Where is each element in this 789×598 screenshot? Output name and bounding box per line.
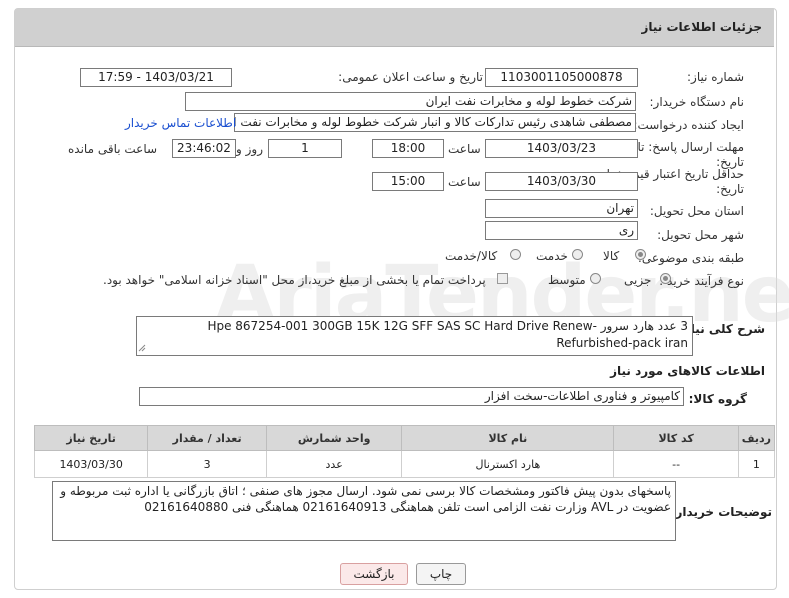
- remaining-label: ساعت باقی مانده: [68, 142, 158, 156]
- cell-name: هارد اکسترنال: [401, 450, 615, 478]
- category-radio-both[interactable]: [510, 249, 521, 260]
- process-radio-medium[interactable]: [590, 273, 601, 284]
- buyer-org-field[interactable]: شرکت خطوط لوله و مخابرات نفت ایران: [185, 92, 636, 111]
- resize-handle-icon[interactable]: [138, 341, 146, 352]
- page-title: جزئیات اطلاعات نیاز: [641, 20, 762, 34]
- table-header-row: ردیف کد کالا نام کالا واحد شمارش تعداد /…: [33, 425, 776, 451]
- goods-group-label: گروه کالا:: [688, 392, 747, 406]
- cell-unit: عدد: [266, 450, 403, 478]
- process-option-medium: متوسط: [548, 273, 586, 287]
- category-radio-goods[interactable]: [635, 249, 646, 260]
- province-label: استان محل تحویل:: [649, 204, 744, 218]
- buyer-notes-field[interactable]: پاسخهای بدون پیش فاکتور ومشخصات کالا برس…: [52, 481, 676, 541]
- category-option-service: خدمت: [536, 249, 568, 263]
- goods-info-title: اطلاعات کالاهای مورد نیاز: [610, 364, 765, 378]
- process-radio-minor[interactable]: [660, 273, 671, 284]
- category-option-goods: کالا: [603, 249, 620, 263]
- reply-time-field[interactable]: 18:00: [372, 139, 444, 158]
- city-field[interactable]: ری: [485, 221, 638, 240]
- reply-deadline-label: مهلت ارسال پاسخ: تا: [637, 140, 744, 154]
- days-field[interactable]: 1: [268, 139, 342, 158]
- announce-field[interactable]: 1403/03/21 - 17:59: [80, 68, 232, 87]
- col-name: نام کالا: [401, 425, 615, 451]
- payment-note: پرداخت تمام یا بخشی از مبلغ خرید،از محل …: [103, 273, 486, 287]
- print-button[interactable]: چاپ: [416, 563, 466, 585]
- price-validity-label-2: تاریخ:: [716, 182, 744, 196]
- category-label: طبقه بندی موضوعی:: [637, 251, 744, 265]
- col-date: تاریخ نیاز: [33, 425, 149, 451]
- buyer-org-label: نام دستگاه خریدار:: [649, 95, 745, 109]
- buyer-notes-label: توضیحات خریدار:: [670, 505, 772, 519]
- need-number-label: شماره نیاز:: [687, 70, 744, 84]
- col-code: کد کالا: [613, 425, 739, 451]
- price-time-field[interactable]: 15:00: [372, 172, 444, 191]
- description-field[interactable]: 3 عدد هارد سرور Hpe 867254-001 300GB 15K…: [136, 316, 693, 356]
- cell-row: 1: [737, 450, 776, 478]
- treasury-checkbox[interactable]: [497, 273, 508, 284]
- col-row: ردیف: [737, 425, 776, 451]
- table-row[interactable]: 1 -- هارد اکسترنال عدد 3 1403/03/30: [33, 450, 776, 478]
- panel-header: جزئیات اطلاعات نیاز: [15, 9, 774, 47]
- province-field[interactable]: تهران: [485, 199, 638, 218]
- announce-label: تاریخ و ساعت اعلان عمومی:: [338, 70, 483, 84]
- process-label: نوع فرآیند خرید :: [659, 274, 744, 288]
- creator-label: ایجاد کننده درخواست:: [633, 118, 744, 132]
- process-option-minor: جزیی: [624, 273, 652, 287]
- buyer-contact-link[interactable]: اطلاعات تماس خریدار: [125, 116, 236, 130]
- remaining-time-field[interactable]: 23:46:02: [172, 139, 236, 158]
- cell-date: 1403/03/30: [33, 450, 149, 478]
- back-button[interactable]: بازگشت: [340, 563, 408, 585]
- reply-time-label: ساعت: [448, 142, 481, 156]
- cell-code: --: [613, 450, 739, 478]
- need-number-field[interactable]: 1103001105000878: [485, 68, 638, 87]
- days-label: روز و: [236, 142, 263, 156]
- price-date-field[interactable]: 1403/03/30: [485, 172, 638, 191]
- category-option-both: کالا/خدمت: [445, 249, 498, 263]
- category-radio-service[interactable]: [572, 249, 583, 260]
- city-label: شهر محل تحویل:: [657, 228, 744, 242]
- col-unit: واحد شمارش: [266, 425, 403, 451]
- creator-field[interactable]: مصطفی شاهدی رئیس تدارکات کالا و انبار شر…: [234, 113, 636, 132]
- price-time-label: ساعت: [448, 175, 481, 189]
- goods-group-field[interactable]: کامپیوتر و فناوری اطلاعات-سخت افزار: [139, 387, 684, 406]
- col-qty: تعداد / مقدار: [147, 425, 268, 451]
- reply-date-field[interactable]: 1403/03/23: [485, 139, 638, 158]
- goods-table: ردیف کد کالا نام کالا واحد شمارش تعداد /…: [33, 425, 776, 478]
- cell-qty: 3: [147, 450, 268, 478]
